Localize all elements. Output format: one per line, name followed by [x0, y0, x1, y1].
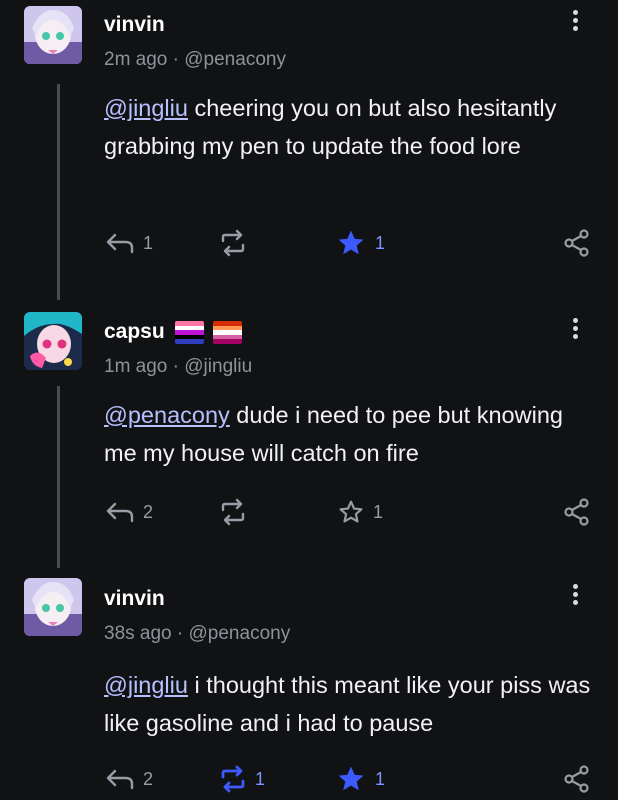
star-count: 1 [375, 768, 386, 789]
share-icon [564, 229, 589, 257]
reply-button[interactable]: 1 [106, 223, 153, 263]
author-handle[interactable]: @penacony [189, 623, 291, 644]
repost-button[interactable]: 1 [220, 759, 265, 799]
author-name[interactable]: vinvin [104, 13, 165, 37]
share-icon [564, 765, 589, 793]
reply-icon [106, 769, 134, 790]
star-button[interactable]: 1 [338, 492, 383, 532]
star-count: 1 [375, 232, 386, 253]
author-handle[interactable]: @penacony [184, 49, 286, 70]
post[interactable]: vinvin 2m ago · @penacony @jingliu cheer… [0, 0, 618, 290]
avatar-image [24, 6, 82, 64]
more-vertical-icon[interactable] [566, 582, 584, 608]
lesbian-flag-icon [213, 320, 243, 344]
post-meta: 1m ago · @jingliu [104, 356, 252, 378]
post-text: @jingliu cheering you on but also hesita… [104, 89, 594, 165]
author-name[interactable]: capsu [104, 320, 243, 344]
reply-button[interactable]: 2 [106, 759, 153, 799]
post[interactable]: capsu 1m ago · @jingliu @penacony dude i… [0, 300, 618, 560]
avatar[interactable] [24, 6, 82, 64]
genderfluid-flag-icon [174, 320, 204, 344]
reply-button[interactable]: 2 [106, 492, 153, 532]
avatar[interactable] [24, 312, 82, 370]
star-icon [338, 766, 364, 791]
post-meta: 2m ago · @penacony [104, 49, 286, 71]
reply-count: 1 [143, 232, 154, 253]
post-text: @jingliu i thought this meant like your … [104, 666, 594, 742]
timestamp: 2m ago [104, 49, 168, 70]
reply-count: 2 [143, 501, 154, 522]
mention-link[interactable]: @jingliu [104, 95, 188, 121]
avatar-image [24, 578, 82, 636]
meta-separator: · [172, 356, 179, 377]
post-actions: 1 1 [0, 223, 618, 263]
repost-button[interactable] [220, 223, 246, 263]
star-icon [338, 230, 364, 255]
share-button[interactable] [564, 759, 590, 799]
post-text: @penacony dude i need to pee but knowing… [104, 396, 594, 472]
author-handle[interactable]: @jingliu [184, 356, 252, 377]
repost-icon [221, 229, 245, 257]
share-button[interactable] [564, 492, 590, 532]
star-count: 1 [373, 501, 384, 522]
more-vertical-icon[interactable] [566, 8, 584, 34]
post-actions: 2 1 [0, 492, 618, 532]
repost-button[interactable] [220, 492, 246, 532]
star-button[interactable]: 1 [336, 223, 385, 263]
timestamp: 38s ago [104, 623, 172, 644]
share-button[interactable] [564, 223, 590, 263]
meta-separator: · [176, 623, 184, 644]
timestamp: 1m ago [104, 356, 168, 377]
star-button[interactable]: 1 [336, 759, 385, 799]
repost-icon [221, 498, 245, 526]
mention-link[interactable]: @jingliu [104, 672, 188, 698]
more-vertical-icon[interactable] [566, 316, 584, 342]
star-outline-icon [339, 500, 363, 523]
post-meta: 38s ago · @penacony [104, 623, 290, 645]
repost-count: 1 [255, 768, 266, 789]
avatar[interactable] [24, 578, 82, 636]
mention-link[interactable]: @penacony [104, 402, 230, 428]
author-name[interactable]: vinvin [104, 587, 165, 611]
meta-separator: · [172, 49, 179, 70]
reply-icon [106, 233, 134, 254]
post[interactable]: vinvin 38s ago · @penacony @jingliu i th… [0, 572, 618, 800]
reply-icon [106, 502, 134, 523]
repost-icon [221, 765, 245, 793]
avatar-image [24, 312, 82, 370]
share-icon [564, 498, 589, 526]
author-name-text: capsu [104, 320, 165, 343]
reply-count: 2 [143, 768, 154, 789]
post-actions: 2 1 1 [0, 759, 618, 799]
